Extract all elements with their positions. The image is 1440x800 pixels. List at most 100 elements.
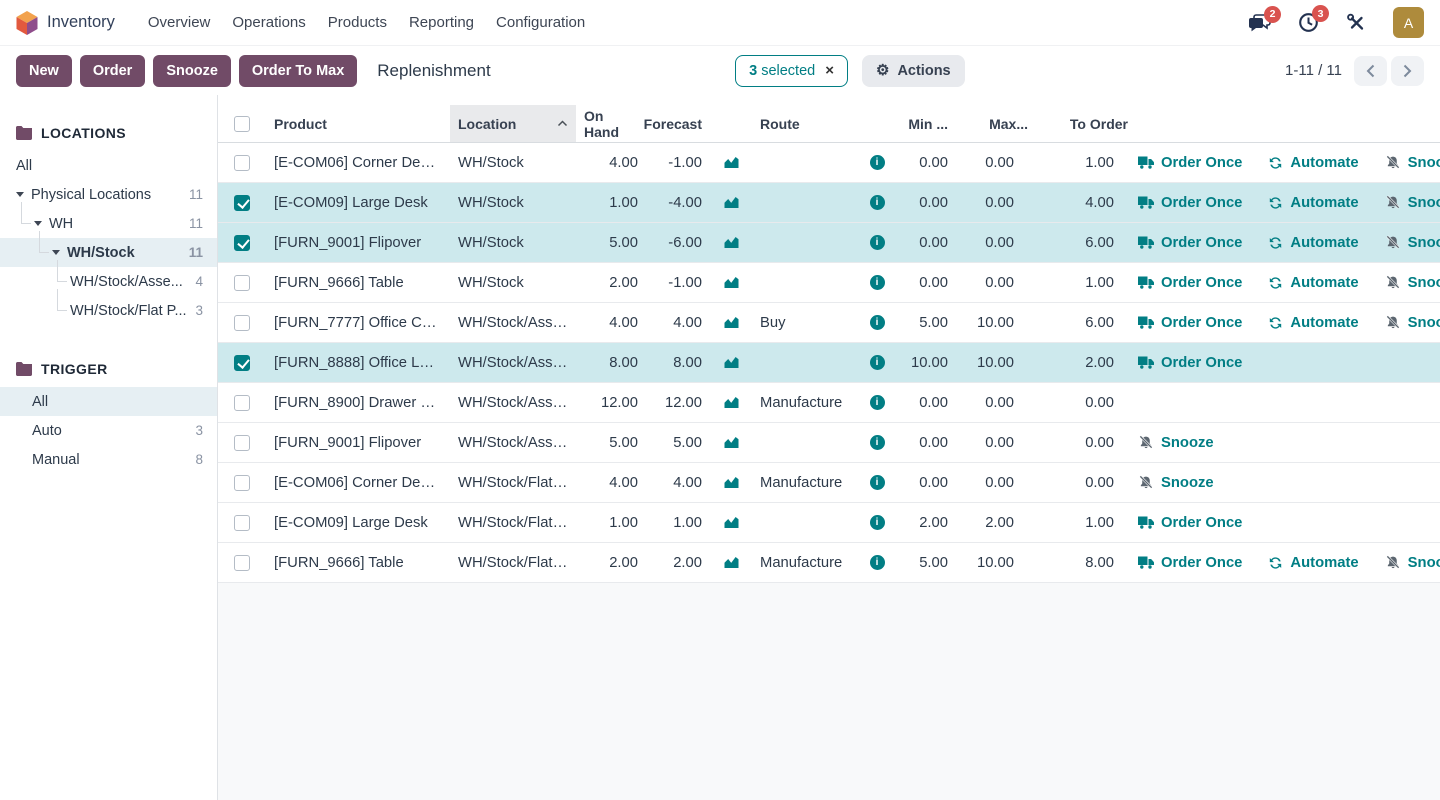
on-hand-cell[interactable]: 5.00 bbox=[576, 435, 646, 451]
table-row[interactable]: [FURN_7777] Office Chair WH/Stock/Asse..… bbox=[218, 303, 1440, 343]
forecast-report-button[interactable] bbox=[723, 436, 740, 449]
forecast-report-button[interactable] bbox=[723, 236, 740, 249]
location-cell[interactable]: WH/Stock bbox=[450, 155, 576, 171]
table-row[interactable]: [FURN_9001] Flipover WH/Stock/Asse... 5.… bbox=[218, 423, 1440, 463]
app-brand[interactable]: Inventory bbox=[16, 11, 115, 35]
to-order-cell[interactable]: 6.00 bbox=[1036, 235, 1136, 251]
forecast-cell[interactable]: 2.00 bbox=[646, 555, 710, 571]
min-quantity-cell[interactable]: 0.00 bbox=[898, 155, 956, 171]
product-cell[interactable]: [E-COM09] Large Desk bbox=[266, 515, 450, 531]
min-quantity-cell[interactable]: 0.00 bbox=[898, 195, 956, 211]
row-checkbox[interactable] bbox=[234, 235, 250, 251]
table-row[interactable]: [FURN_9666] Table WH/Stock 2.00 -1.00 i … bbox=[218, 263, 1440, 303]
product-cell[interactable]: [FURN_7777] Office Chair bbox=[266, 315, 450, 331]
product-cell[interactable]: [FURN_8900] Drawer Black bbox=[266, 395, 450, 411]
forecast-report-button[interactable] bbox=[723, 516, 740, 529]
on-hand-cell[interactable]: 4.00 bbox=[576, 315, 646, 331]
location-cell[interactable]: WH/Stock/Flat P... bbox=[450, 515, 576, 531]
row-checkbox[interactable] bbox=[234, 515, 250, 531]
info-icon[interactable]: i bbox=[870, 515, 885, 530]
sidebar-location-wh-stock[interactable]: WH/Stock 11 bbox=[0, 238, 217, 267]
column-header-product[interactable]: Product bbox=[266, 105, 450, 142]
debug-tools-button[interactable] bbox=[1346, 13, 1366, 33]
user-avatar[interactable]: A bbox=[1393, 7, 1424, 38]
row-checkbox[interactable] bbox=[234, 315, 250, 331]
caret-down-icon[interactable] bbox=[34, 221, 42, 226]
actions-button[interactable]: ⚙ Actions bbox=[862, 55, 965, 87]
info-icon[interactable]: i bbox=[870, 155, 885, 170]
row-checkbox[interactable] bbox=[234, 155, 250, 171]
automate-button[interactable]: Automate bbox=[1268, 555, 1358, 571]
info-icon[interactable]: i bbox=[870, 195, 885, 210]
max-quantity-cell[interactable]: 0.00 bbox=[956, 395, 1036, 411]
on-hand-cell[interactable]: 8.00 bbox=[576, 355, 646, 371]
row-checkbox[interactable] bbox=[234, 275, 250, 291]
nav-menu-configuration[interactable]: Configuration bbox=[485, 8, 596, 37]
sidebar-trigger-manual[interactable]: Manual 8 bbox=[0, 445, 217, 474]
info-icon[interactable]: i bbox=[870, 315, 885, 330]
location-cell[interactable]: WH/Stock/Asse... bbox=[450, 355, 576, 371]
snooze-button[interactable]: Snooze bbox=[153, 55, 231, 87]
on-hand-cell[interactable]: 5.00 bbox=[576, 235, 646, 251]
route-cell[interactable]: Manufacture bbox=[752, 555, 856, 571]
min-quantity-cell[interactable]: 2.00 bbox=[898, 515, 956, 531]
to-order-cell[interactable]: 1.00 bbox=[1036, 275, 1136, 291]
pager-previous-button[interactable] bbox=[1354, 56, 1387, 86]
on-hand-cell[interactable]: 2.00 bbox=[576, 275, 646, 291]
forecast-cell[interactable]: -4.00 bbox=[646, 195, 710, 211]
forecast-cell[interactable]: 8.00 bbox=[646, 355, 710, 371]
column-header-forecast[interactable]: Forecast bbox=[646, 105, 710, 142]
on-hand-cell[interactable]: 4.00 bbox=[576, 155, 646, 171]
max-quantity-cell[interactable]: 0.00 bbox=[956, 155, 1036, 171]
messages-button[interactable]: 2 bbox=[1248, 13, 1271, 33]
table-row[interactable]: [E-COM09] Large Desk WH/Stock 1.00 -4.00… bbox=[218, 183, 1440, 223]
min-quantity-cell[interactable]: 0.00 bbox=[898, 435, 956, 451]
to-order-cell[interactable]: 8.00 bbox=[1036, 555, 1136, 571]
table-row[interactable]: [FURN_8900] Drawer Black WH/Stock/Asse..… bbox=[218, 383, 1440, 423]
column-header-location[interactable]: Location bbox=[450, 105, 576, 142]
info-icon[interactable]: i bbox=[870, 395, 885, 410]
max-quantity-cell[interactable]: 10.00 bbox=[956, 315, 1036, 331]
max-quantity-cell[interactable]: 10.00 bbox=[956, 355, 1036, 371]
snooze-button[interactable]: Snooze bbox=[1385, 235, 1440, 251]
forecast-report-button[interactable] bbox=[723, 156, 740, 169]
order-once-button[interactable]: Order Once bbox=[1138, 555, 1242, 571]
clear-selection-button[interactable]: × bbox=[825, 63, 834, 78]
order-once-button[interactable]: Order Once bbox=[1138, 195, 1242, 211]
forecast-report-button[interactable] bbox=[723, 316, 740, 329]
caret-down-icon[interactable] bbox=[16, 192, 24, 197]
automate-button[interactable]: Automate bbox=[1268, 155, 1358, 171]
route-cell[interactable]: Manufacture bbox=[752, 475, 856, 491]
max-quantity-cell[interactable]: 0.00 bbox=[956, 235, 1036, 251]
order-once-button[interactable]: Order Once bbox=[1138, 155, 1242, 171]
table-row[interactable]: [FURN_8888] Office Lamp WH/Stock/Asse...… bbox=[218, 343, 1440, 383]
to-order-cell[interactable]: 1.00 bbox=[1036, 515, 1136, 531]
on-hand-cell[interactable]: 2.00 bbox=[576, 555, 646, 571]
select-all-checkbox[interactable] bbox=[234, 116, 250, 132]
forecast-report-button[interactable] bbox=[723, 196, 740, 209]
info-icon[interactable]: i bbox=[870, 235, 885, 250]
order-to-max-button[interactable]: Order To Max bbox=[239, 55, 357, 87]
product-cell[interactable]: [FURN_8888] Office Lamp bbox=[266, 355, 450, 371]
max-quantity-cell[interactable]: 0.00 bbox=[956, 275, 1036, 291]
info-icon[interactable]: i bbox=[870, 435, 885, 450]
forecast-cell[interactable]: -1.00 bbox=[646, 155, 710, 171]
order-once-button[interactable]: Order Once bbox=[1138, 355, 1242, 371]
sidebar-location-physical-locations[interactable]: Physical Locations 11 bbox=[0, 180, 217, 209]
column-header-to-order[interactable]: To Order bbox=[1036, 105, 1136, 142]
order-once-button[interactable]: Order Once bbox=[1138, 235, 1242, 251]
forecast-cell[interactable]: -1.00 bbox=[646, 275, 710, 291]
nav-menu-overview[interactable]: Overview bbox=[137, 8, 222, 37]
min-quantity-cell[interactable]: 0.00 bbox=[898, 235, 956, 251]
snooze-button[interactable]: Snooze bbox=[1138, 475, 1214, 491]
product-cell[interactable]: [E-COM06] Corner Desk ... bbox=[266, 155, 450, 171]
table-row[interactable]: [E-COM06] Corner Desk ... WH/Stock 4.00 … bbox=[218, 143, 1440, 183]
info-icon[interactable]: i bbox=[870, 475, 885, 490]
column-header-route[interactable]: Route bbox=[752, 105, 856, 142]
max-quantity-cell[interactable]: 10.00 bbox=[956, 555, 1036, 571]
location-cell[interactable]: WH/Stock bbox=[450, 235, 576, 251]
location-cell[interactable]: WH/Stock bbox=[450, 195, 576, 211]
min-quantity-cell[interactable]: 0.00 bbox=[898, 275, 956, 291]
nav-menu-products[interactable]: Products bbox=[317, 8, 398, 37]
product-cell[interactable]: [E-COM09] Large Desk bbox=[266, 195, 450, 211]
